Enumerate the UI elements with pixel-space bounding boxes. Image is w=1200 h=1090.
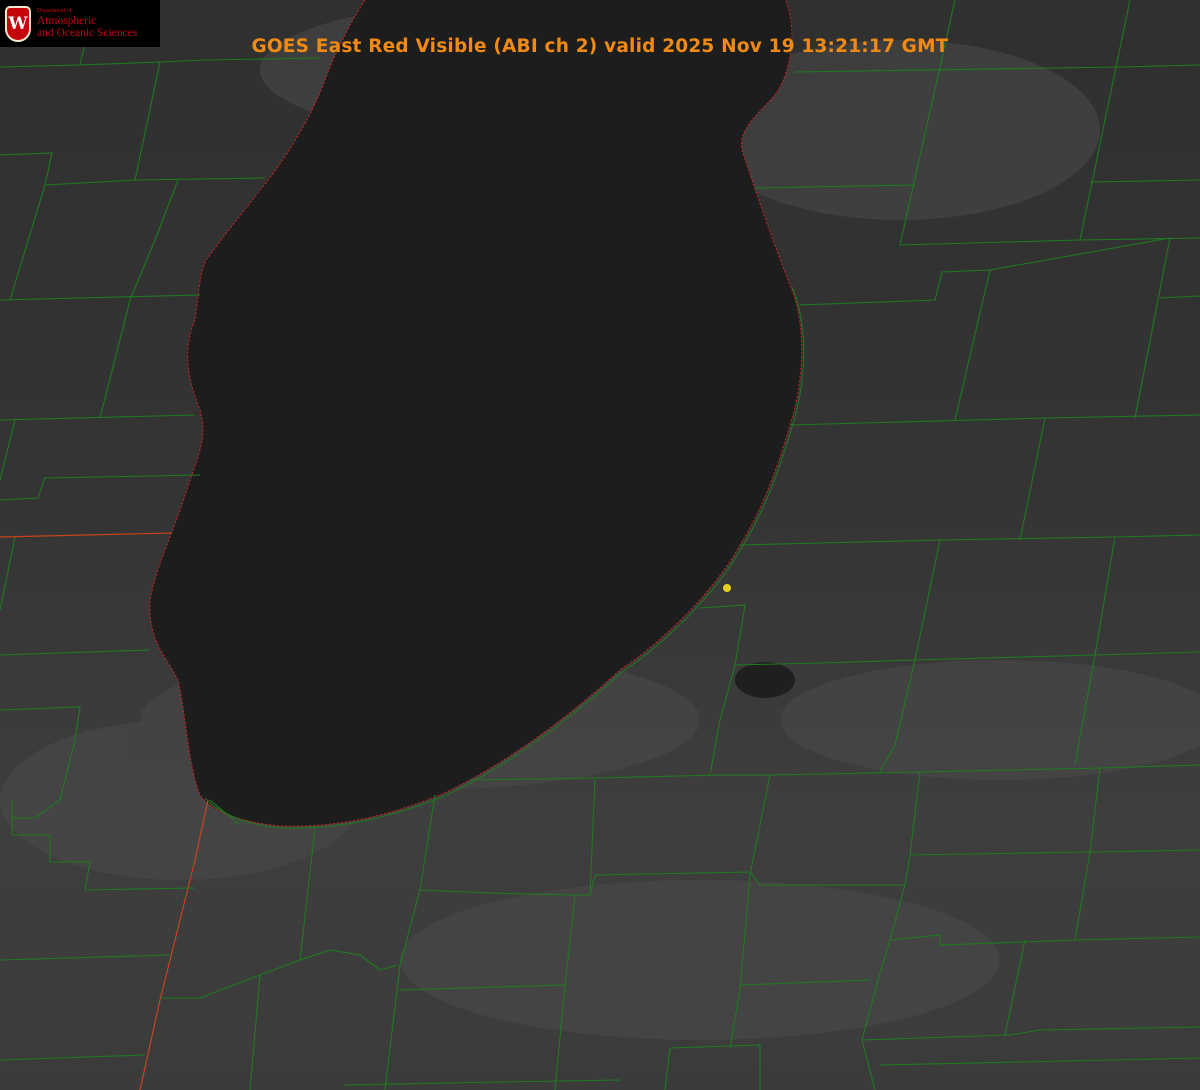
cloud-shadow — [735, 662, 795, 698]
logo-department-line: Department of — [37, 8, 72, 14]
image-title: GOES East Red Visible (ABI ch 2) valid 2… — [251, 36, 949, 57]
yellow-dot-icon — [723, 584, 731, 592]
satellite-viewer: W Department of Atmospheric and Oceanic … — [0, 0, 1200, 1090]
logo-text: Department of Atmospheric and Oceanic Sc… — [37, 8, 137, 39]
satellite-image-map — [0, 0, 1200, 1090]
logo-line-1: Atmospheric — [37, 15, 97, 27]
